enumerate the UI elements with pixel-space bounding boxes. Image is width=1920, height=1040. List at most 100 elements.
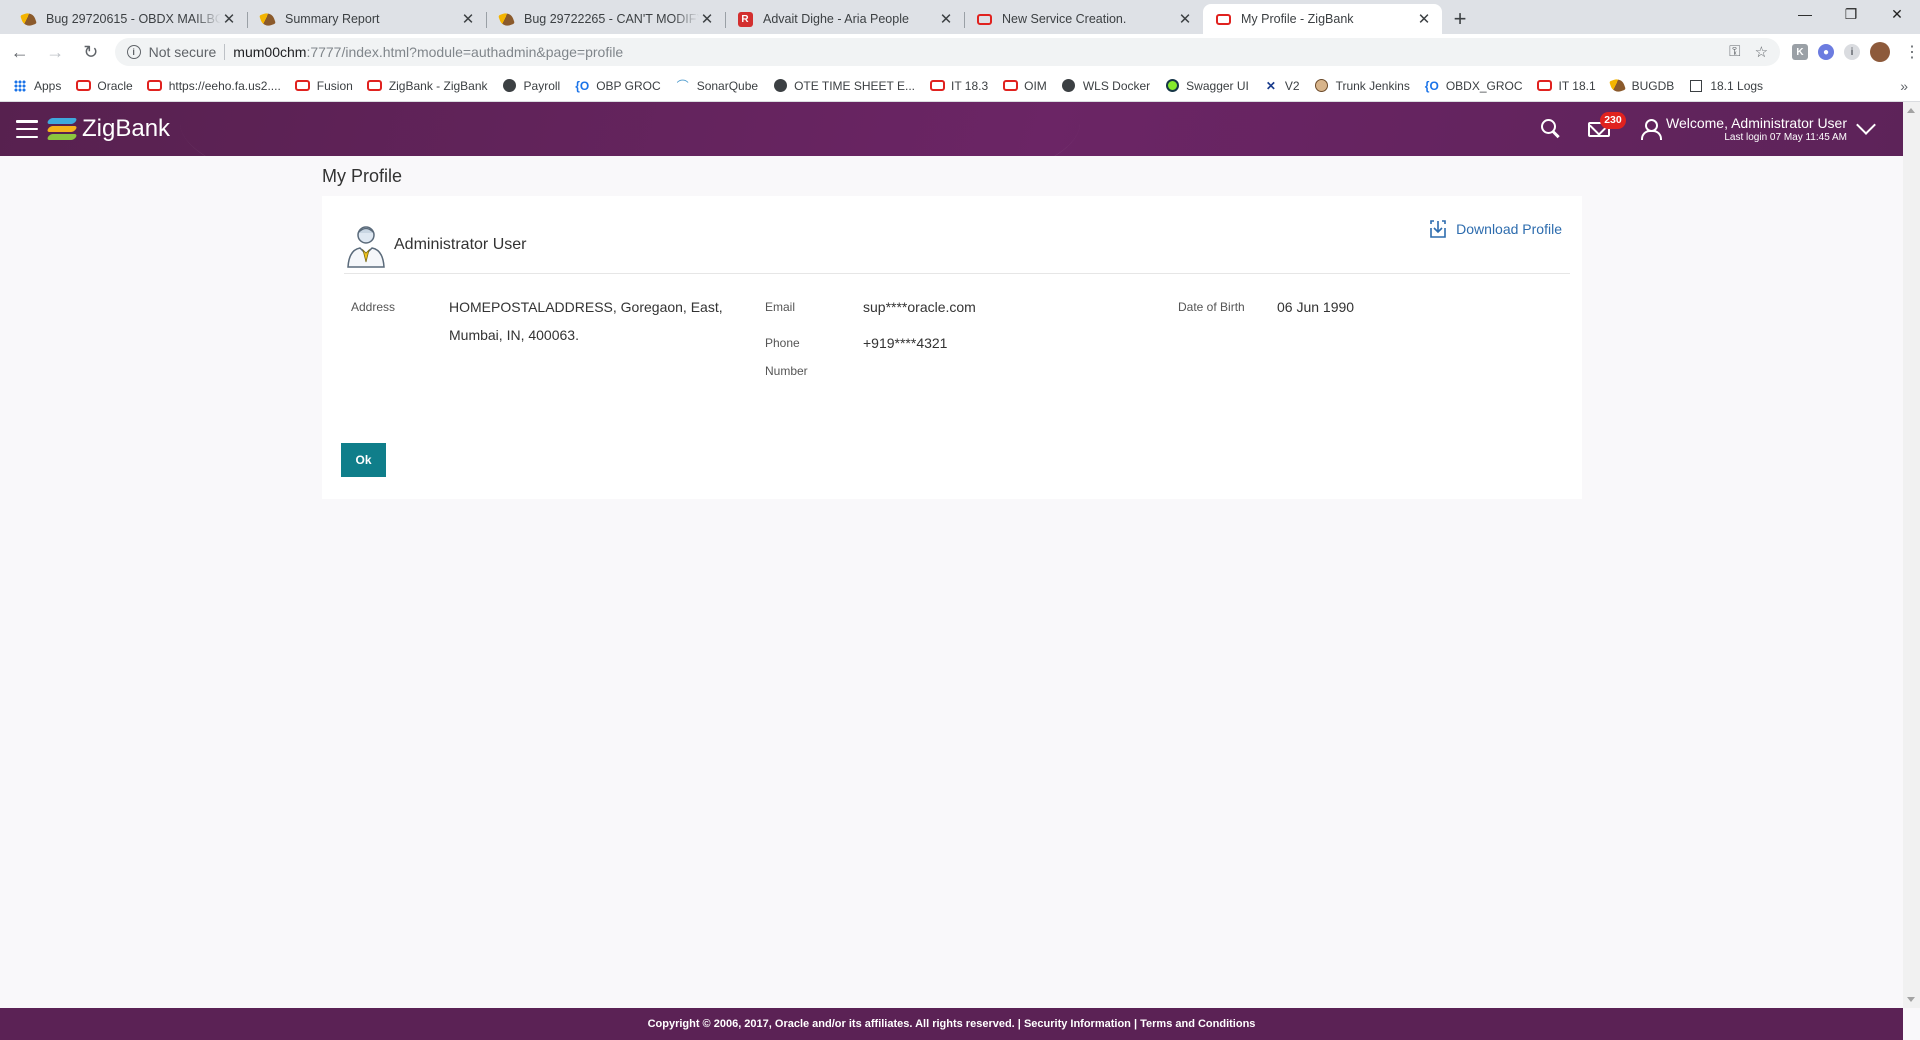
bug-icon: [1609, 77, 1626, 94]
key-icon[interactable]: ⚿: [1729, 43, 1740, 61]
avatar: [347, 225, 385, 268]
brand-logo[interactable]: ZigBank: [46, 115, 171, 143]
browser-tab[interactable]: New Service Creation. ✕: [964, 4, 1203, 34]
browser-tab[interactable]: Bug 29722265 - CAN'T MODIFY I ✕: [486, 4, 725, 34]
mail-icon[interactable]: 230: [1587, 111, 1626, 137]
scrollbar[interactable]: [1903, 102, 1920, 1008]
oracle-icon: [1002, 79, 1018, 93]
bookmark-item[interactable]: BUGDB: [1609, 77, 1674, 94]
jenkins-icon: [1314, 79, 1330, 93]
tab-title: Bug 29722265 - CAN'T MODIFY I: [524, 12, 699, 26]
chevron-down-icon[interactable]: [1856, 115, 1876, 135]
bookmark-item[interactable]: IT 18.1: [1537, 79, 1596, 93]
browser-tab-strip: Bug 29720615 - OBDX MAILBOX ✕ Summary Re…: [0, 0, 1920, 34]
extension-shield-icon[interactable]: ●: [1818, 44, 1835, 60]
bookmark-item[interactable]: Fusion: [295, 79, 353, 93]
bug-icon: [258, 10, 276, 28]
close-window-icon[interactable]: ✕: [1874, 0, 1920, 28]
bookmark-item[interactable]: WLS Docker: [1061, 79, 1150, 93]
scroll-down-icon[interactable]: [1907, 997, 1915, 1002]
close-icon[interactable]: ✕: [460, 10, 476, 28]
bookmark-item[interactable]: Trunk Jenkins: [1314, 79, 1410, 93]
oracle-icon: [1215, 11, 1231, 27]
bookmark-item[interactable]: {O OBP GROC: [574, 79, 660, 93]
bookmark-item[interactable]: OIM: [1002, 79, 1047, 93]
bookmark-item[interactable]: ✕ V2: [1263, 79, 1300, 93]
bug-icon: [19, 10, 37, 28]
reload-icon[interactable]: ↻: [75, 36, 107, 68]
swagger-icon: [1164, 79, 1180, 93]
user-icon[interactable]: [1640, 119, 1662, 140]
divider: [224, 44, 226, 60]
bookmarks-bar: Apps Oracle https://eeho.fa.us2.... Fusi…: [0, 70, 1920, 102]
minimize-icon[interactable]: —: [1782, 0, 1828, 28]
menu-dots-icon[interactable]: ⋮: [1904, 42, 1920, 62]
security-information-link[interactable]: Security Information: [1024, 1018, 1131, 1030]
bookmark-item[interactable]: ⌒ SonarQube: [675, 79, 758, 94]
bookmark-item[interactable]: OTE TIME SHEET E...: [772, 79, 915, 93]
browser-toolbar: ← → ↻ i Not secure mum00chm :7777/index.…: [0, 34, 1920, 70]
address-label: Address: [351, 300, 396, 314]
info-icon[interactable]: i: [126, 45, 141, 59]
star-icon[interactable]: ☆: [1755, 43, 1768, 61]
url-path: :7777/index.html?module=authadmin&page=p…: [306, 44, 624, 60]
bookmark-item[interactable]: {O OBDX_GROC: [1424, 79, 1523, 93]
ok-button[interactable]: Ok: [341, 443, 386, 477]
user-menu[interactable]: Welcome, Administrator User Last login 0…: [1666, 115, 1847, 144]
copyright-text: Copyright © 2006, 2017, Oracle and/or it…: [647, 1018, 1015, 1030]
cross-tools-icon: ✕: [1265, 78, 1276, 93]
security-label: Not secure: [148, 44, 217, 60]
bookmark-item[interactable]: Swagger UI: [1164, 79, 1249, 93]
terms-and-conditions-link[interactable]: Terms and Conditions: [1140, 1018, 1255, 1030]
last-login: Last login 07 May 11:45 AM: [1724, 131, 1847, 143]
logs-icon: [1688, 79, 1704, 93]
oracle-icon: [147, 79, 163, 93]
close-icon[interactable]: ✕: [938, 10, 954, 28]
tab-title: New Service Creation.: [1002, 12, 1127, 26]
restore-icon[interactable]: ❐: [1828, 0, 1874, 28]
oracle-icon: [295, 79, 311, 93]
phone-label: Phone: [765, 336, 800, 350]
close-icon[interactable]: ✕: [221, 10, 237, 28]
profile-card: Administrator User Download Profile Addr…: [322, 196, 1582, 499]
forward-icon[interactable]: →: [40, 36, 72, 68]
aria-icon: R: [737, 11, 753, 27]
app-header: ZigBank 230 Welcome, Administrator User …: [0, 102, 1903, 156]
email-value: sup****oracle.com: [863, 299, 976, 315]
footer-separator: |: [1130, 1018, 1141, 1030]
bookmark-apps[interactable]: Apps: [12, 79, 61, 93]
oracle-icon: [929, 79, 945, 93]
close-icon[interactable]: ✕: [1416, 10, 1432, 28]
extension-k-icon[interactable]: K: [1792, 44, 1809, 60]
search-icon[interactable]: [1540, 118, 1562, 140]
bug-icon: [497, 10, 515, 28]
bookmark-item[interactable]: Oracle: [75, 79, 133, 93]
bookmark-item[interactable]: IT 18.3: [929, 79, 988, 93]
dob-value: 06 Jun 1990: [1277, 299, 1355, 315]
browser-tab[interactable]: R Advait Dighe - Aria People ✕: [725, 4, 964, 34]
bookmark-item[interactable]: ZigBank - ZigBank: [367, 79, 488, 93]
download-profile-link[interactable]: Download Profile: [1428, 216, 1562, 242]
bookmark-item[interactable]: Payroll: [502, 79, 560, 93]
sonar-icon: ⌒: [676, 79, 689, 93]
browser-tab-active[interactable]: My Profile - ZigBank ✕: [1203, 4, 1442, 34]
more-bookmarks-icon[interactable]: »: [1900, 78, 1908, 94]
scroll-up-icon[interactable]: [1907, 108, 1915, 113]
browser-tab[interactable]: Bug 29720615 - OBDX MAILBOX ✕: [8, 4, 247, 34]
welcome-text: Welcome, Administrator User: [1665, 114, 1847, 131]
new-tab-button[interactable]: +: [1442, 4, 1478, 34]
globe-icon: [1061, 79, 1077, 93]
hamburger-menu-icon[interactable]: [16, 120, 38, 138]
bookmark-item[interactable]: 18.1 Logs: [1688, 79, 1763, 93]
back-icon[interactable]: ←: [4, 36, 36, 68]
profile-avatar-icon[interactable]: [1870, 42, 1891, 62]
close-icon[interactable]: ✕: [1177, 10, 1193, 28]
close-icon[interactable]: ✕: [699, 10, 715, 28]
email-label: Email: [765, 300, 796, 314]
brand-name: ZigBank: [82, 115, 171, 142]
bookmark-item[interactable]: https://eeho.fa.us2....: [147, 79, 281, 93]
extension-info-icon[interactable]: i: [1844, 44, 1861, 60]
address-line2: Mumbai, IN, 400063.: [449, 327, 579, 343]
browser-tab[interactable]: Summary Report ✕: [247, 4, 486, 34]
address-bar[interactable]: i Not secure mum00chm :7777/index.html?m…: [114, 38, 1781, 66]
